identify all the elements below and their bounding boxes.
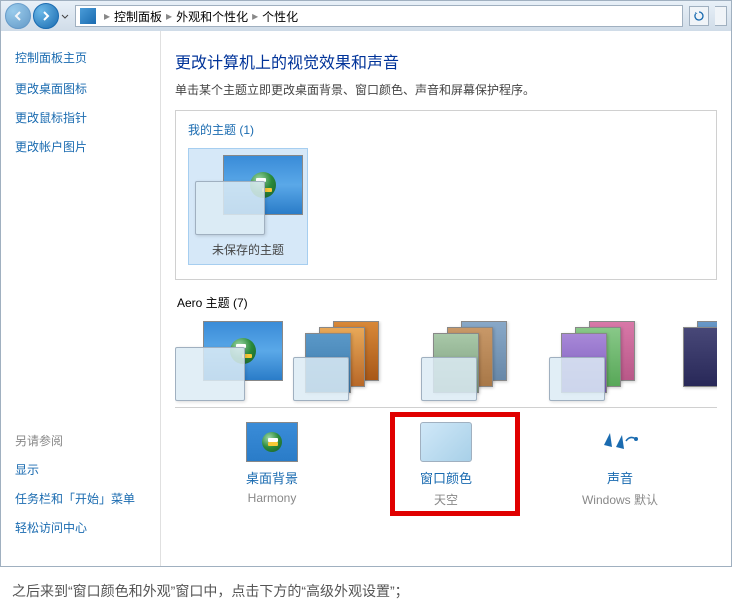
sidebar-link-taskbar[interactable]: 任务栏和「开始」菜单 (15, 490, 146, 507)
sounds-button[interactable]: 声音 Windows 默认 (555, 422, 685, 508)
sounds-value: Windows 默认 (555, 491, 685, 508)
sidebar-link-mouse-pointer[interactable]: 更改鼠标指针 (15, 109, 146, 126)
desktop-background-icon (246, 422, 298, 462)
desktop-background-label: 桌面背景 (207, 468, 337, 487)
sounds-label: 声音 (555, 468, 685, 487)
windows-logo-icon (262, 432, 282, 452)
sidebar-link-desktop-icons[interactable]: 更改桌面图标 (15, 80, 146, 97)
theme-tile-aero-3[interactable] (421, 321, 539, 407)
personalization-window: ▸ 控制面板 ▸ 外观和个性化 ▸ 个性化 控制面板主页 更改桌面图标 更改鼠标… (0, 0, 732, 567)
sidebar-link-display[interactable]: 显示 (15, 461, 146, 478)
theme-label: 未保存的主题 (195, 241, 301, 258)
breadcrumb-item[interactable]: 外观和个性化 (176, 8, 248, 25)
refresh-button[interactable] (689, 6, 709, 26)
breadcrumb-item[interactable]: 控制面板 (114, 8, 162, 25)
location-icon (80, 8, 96, 24)
theme-window-frame-thumb (195, 181, 265, 235)
sound-icon (594, 422, 646, 462)
theme-tile-aero-4[interactable] (549, 321, 667, 407)
desktop-background-button[interactable]: 桌面背景 Harmony (207, 422, 337, 508)
aero-themes-title: Aero 主题 (7) (175, 294, 717, 311)
history-dropdown-icon[interactable] (61, 5, 69, 27)
sidebar-title[interactable]: 控制面板主页 (15, 49, 146, 66)
breadcrumb[interactable]: ▸ 控制面板 ▸ 外观和个性化 ▸ 个性化 (75, 5, 683, 27)
desktop-background-value: Harmony (207, 491, 337, 505)
main-panel: 更改计算机上的视觉效果和声音 单击某个主题立即更改桌面背景、窗口颜色、声音和屏幕… (161, 31, 731, 566)
search-button[interactable] (715, 6, 727, 26)
sidebar: 控制面板主页 更改桌面图标 更改鼠标指针 更改帐户图片 另请参阅 显示 任务栏和… (1, 31, 161, 566)
theme-slice (683, 327, 717, 387)
chevron-right-icon[interactable]: ▸ (252, 9, 258, 23)
settings-bar: 桌面背景 Harmony 窗口颜色 天空 声音 Windows 默认 (175, 407, 717, 514)
breadcrumb-item[interactable]: 个性化 (262, 8, 298, 25)
my-themes-group: 我的主题 (1) 未保存的主题 (175, 110, 717, 280)
titlebar: ▸ 控制面板 ▸ 外观和个性化 ▸ 个性化 (1, 1, 731, 31)
chevron-right-icon[interactable]: ▸ (166, 9, 172, 23)
forward-button[interactable] (33, 3, 59, 29)
sidebar-link-ease-of-access[interactable]: 轻松访问中心 (15, 519, 146, 536)
page-description: 单击某个主题立即更改桌面背景、窗口颜色、声音和屏幕保护程序。 (175, 81, 717, 98)
my-themes-title: 我的主题 (1) (188, 121, 704, 138)
theme-tile-unsaved[interactable]: 未保存的主题 (188, 148, 308, 265)
page-heading: 更改计算机上的视觉效果和声音 (175, 49, 717, 73)
sidebar-link-account-picture[interactable]: 更改帐户图片 (15, 138, 146, 155)
theme-tile-aero-1[interactable] (175, 321, 283, 407)
theme-tile-aero-2[interactable] (293, 321, 411, 407)
theme-window-frame-thumb (549, 357, 605, 401)
theme-window-frame-thumb (175, 347, 245, 401)
article-caption: 之后来到“窗口颜色和外观”窗口中，点击下方的“高级外观设置”； (0, 567, 732, 615)
chevron-right-icon[interactable]: ▸ (104, 9, 110, 23)
see-also-title: 另请参阅 (15, 432, 146, 449)
red-highlight-box (390, 412, 520, 516)
content-area: 控制面板主页 更改桌面图标 更改鼠标指针 更改帐户图片 另请参阅 显示 任务栏和… (1, 31, 731, 566)
theme-tile-aero-5[interactable] (677, 321, 717, 407)
theme-window-frame-thumb (421, 357, 477, 401)
theme-window-frame-thumb (293, 357, 349, 401)
back-button[interactable] (5, 3, 31, 29)
